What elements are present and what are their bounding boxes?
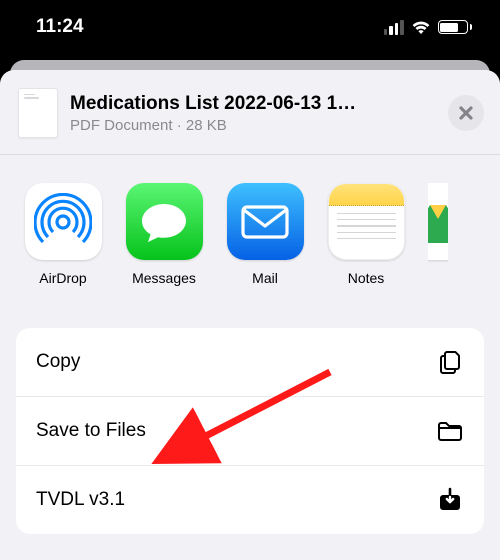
share-app-label: Mail	[252, 270, 278, 286]
cellular-signal-icon	[384, 20, 404, 35]
action-label: TVDL v3.1	[36, 489, 125, 511]
download-icon	[436, 486, 464, 514]
mail-icon	[227, 183, 304, 260]
share-app-airdrop[interactable]: AirDrop	[24, 183, 102, 286]
share-app-messages[interactable]: Messages	[125, 183, 203, 286]
action-tvdl[interactable]: TVDL v3.1	[16, 465, 484, 534]
share-sheet: Medications List 2022-06-13 1… PDF Docum…	[0, 70, 500, 560]
share-app-notes[interactable]: Notes	[327, 183, 405, 286]
status-bar: 11:24	[0, 0, 500, 54]
action-label: Copy	[36, 351, 80, 373]
action-copy[interactable]: Copy	[16, 328, 484, 396]
notes-icon	[328, 183, 405, 260]
share-app-label: Messages	[132, 270, 196, 286]
action-label: Save to Files	[36, 420, 146, 442]
share-app-mail[interactable]: Mail	[226, 183, 304, 286]
share-app-label: Notes	[348, 270, 385, 286]
close-icon	[458, 105, 474, 121]
app-icon	[428, 183, 448, 260]
status-time: 11:24	[36, 16, 84, 38]
document-thumbnail	[18, 88, 58, 138]
share-app-label: AirDrop	[39, 270, 86, 286]
copy-icon	[436, 348, 464, 376]
status-indicators	[384, 19, 473, 35]
share-app-partial[interactable]	[428, 183, 448, 286]
messages-icon	[126, 183, 203, 260]
document-info: Medications List 2022-06-13 1… PDF Docum…	[70, 93, 436, 134]
close-button[interactable]	[448, 95, 484, 131]
airdrop-icon	[25, 183, 102, 260]
share-header: Medications List 2022-06-13 1… PDF Docum…	[0, 70, 500, 154]
document-subtitle: PDF Document · 28 KB	[70, 117, 436, 134]
battery-icon	[438, 20, 473, 34]
folder-icon	[436, 417, 464, 445]
share-app-row[interactable]: AirDrop Messages Mail	[0, 155, 500, 302]
document-title: Medications List 2022-06-13 1…	[70, 93, 436, 115]
action-list: Copy Save to Files TVDL v3.1	[16, 328, 484, 534]
wifi-icon	[410, 19, 432, 35]
action-save-to-files[interactable]: Save to Files	[16, 396, 484, 465]
